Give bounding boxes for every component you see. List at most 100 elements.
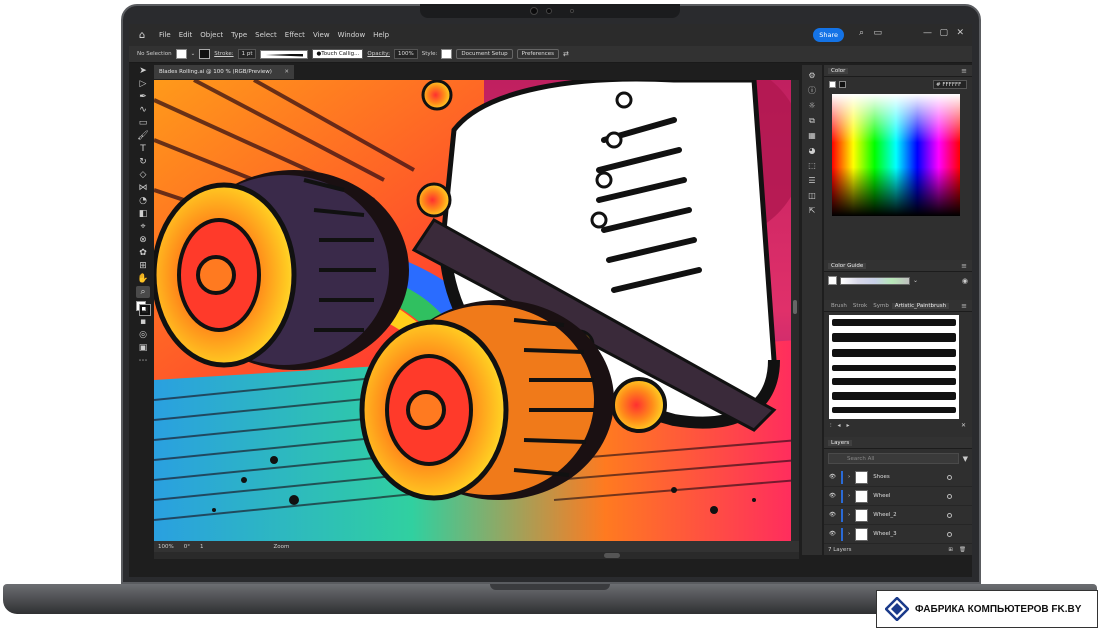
preferences-button[interactable]: Preferences [516, 49, 560, 59]
brush-stroke-item[interactable] [832, 365, 956, 371]
gradient-tool-icon[interactable]: ◧ [136, 208, 150, 220]
base-color-swatch[interactable] [828, 276, 837, 285]
align-icon[interactable]: ☰ [808, 174, 815, 187]
draw-mode-icon[interactable]: ◎ [136, 329, 150, 341]
layer-row[interactable]: 👁 › Wheel [824, 487, 972, 506]
maximize-icon[interactable]: ▢ [939, 28, 948, 38]
swatches-icon[interactable]: ▦ [808, 129, 816, 142]
brush-stroke-item[interactable] [832, 392, 956, 400]
canvas[interactable] [154, 80, 799, 541]
menu-edit[interactable]: Edit [175, 31, 197, 39]
eye-icon[interactable]: 👁 [829, 474, 836, 480]
appearance-icon[interactable]: ☼ [808, 99, 815, 112]
type-tool-icon[interactable]: T [136, 143, 150, 155]
pathfinder-icon[interactable]: ◫ [808, 189, 816, 202]
layer-name[interactable]: Shoes [873, 474, 890, 480]
brush-list[interactable] [829, 315, 959, 419]
document-setup-button[interactable]: Document Setup [456, 49, 513, 59]
style-swatch[interactable] [441, 49, 453, 59]
menu-type[interactable]: Type [227, 31, 251, 39]
tab-brushes[interactable]: Brush [828, 303, 850, 309]
brush-stroke-item[interactable] [832, 378, 956, 385]
rotation-field[interactable]: 0° [184, 544, 190, 550]
shape-builder-icon[interactable]: ◔ [136, 195, 150, 207]
brush-stroke-item[interactable] [832, 407, 956, 413]
vertical-scroll-thumb[interactable] [793, 300, 797, 314]
eraser-tool-icon[interactable]: ◇ [136, 169, 150, 181]
color-guide-header[interactable]: Color Guide ≡ [824, 260, 972, 272]
brush-stroke-item[interactable] [832, 319, 956, 326]
expand-chevron-icon[interactable]: › [848, 474, 850, 480]
layer-row[interactable]: 👁 › Wheel_3 [824, 525, 972, 544]
fill-mini-swatch[interactable] [829, 81, 836, 88]
panel-menu-icon[interactable]: ≡ [961, 67, 967, 75]
eyedropper-tool-icon[interactable]: ⌖ [136, 221, 150, 233]
panel-menu-icon[interactable]: ≡ [961, 302, 967, 310]
close-icon[interactable]: ✕ [956, 28, 964, 38]
hex-field[interactable]: # FFFFFF [933, 80, 967, 89]
properties-icon[interactable]: ⚙ [808, 69, 815, 82]
minimize-icon[interactable]: — [923, 28, 932, 38]
brush-stroke-item[interactable] [832, 333, 956, 342]
pen-tool-icon[interactable]: ✒ [136, 91, 150, 103]
stroke-label[interactable]: Stroke: [214, 51, 233, 57]
layer-row[interactable]: 👁 › Shoes [824, 468, 972, 487]
layers-search-input[interactable]: Search All [828, 453, 959, 464]
layer-name[interactable]: Wheel [873, 493, 890, 499]
menu-select[interactable]: Select [251, 31, 281, 39]
color-panel-title[interactable]: Color [828, 67, 849, 74]
curvature-tool-icon[interactable]: ∿ [136, 104, 150, 116]
opacity-field[interactable]: 100% [393, 49, 418, 59]
close-tab-icon[interactable]: ✕ [284, 69, 289, 75]
new-layer-icon[interactable]: ⊞ [948, 547, 953, 553]
horizontal-scroll-thumb[interactable] [604, 553, 620, 558]
blend-tool-icon[interactable]: ⊗ [136, 234, 150, 246]
next-library-icon[interactable]: ▸ [847, 422, 850, 430]
chevron-down-icon[interactable]: ⌄ [913, 277, 918, 284]
expand-chevron-icon[interactable]: › [848, 512, 850, 518]
eye-icon[interactable]: 👁 [829, 512, 836, 518]
artboard-navigator[interactable]: 1 [200, 544, 204, 550]
tab-symbols[interactable]: Symb [870, 303, 892, 309]
paintbrush-tool-icon[interactable]: 🖌 [136, 130, 150, 142]
tab-artistic-paintbrush[interactable]: Artistic_Paintbrush [891, 302, 950, 309]
horizontal-scrollbar[interactable] [154, 552, 799, 559]
brush-definition[interactable]: ● Touch Callig... [312, 49, 364, 59]
status-mode[interactable]: Zoom [273, 544, 289, 550]
color-wheel-icon[interactable]: ◉ [962, 277, 968, 285]
arrange-icon[interactable]: ⇄ [563, 50, 569, 58]
delete-layer-icon[interactable]: 🗑 [959, 547, 966, 553]
harmony-strip[interactable] [840, 276, 910, 285]
color-spectrum[interactable] [832, 94, 960, 216]
menu-help[interactable]: Help [369, 31, 393, 39]
layer-name[interactable]: Wheel_3 [873, 531, 896, 537]
rectangle-tool-icon[interactable]: ▭ [136, 117, 150, 129]
info-icon[interactable]: ⓘ [808, 84, 816, 97]
stroke-weight-field[interactable]: 1 pt [237, 49, 257, 59]
hand-tool-icon[interactable]: ✋ [136, 273, 150, 285]
layer-row[interactable]: 👁 › Wheel_2 [824, 506, 972, 525]
expand-chevron-icon[interactable]: › [848, 493, 850, 499]
filter-icon[interactable]: ▼ [963, 455, 968, 463]
home-icon[interactable]: ⌂ [129, 24, 155, 46]
library-menu-icon[interactable]: ⫶ [830, 422, 832, 430]
expand-chevron-icon[interactable]: › [848, 531, 850, 537]
selection-tool-icon[interactable]: ➤ [136, 65, 150, 77]
opacity-label[interactable]: Opacity: [367, 51, 390, 57]
symbol-sprayer-icon[interactable]: ✿ [136, 247, 150, 259]
screen-mode-icon[interactable]: ▣ [136, 342, 150, 354]
width-tool-icon[interactable]: ⋈ [136, 182, 150, 194]
layers-panel-header[interactable]: Layers [824, 437, 972, 449]
libraries-icon[interactable]: ⧉ [809, 114, 815, 127]
color-guide-title[interactable]: Color Guide [828, 262, 867, 269]
menu-view[interactable]: View [309, 31, 334, 39]
direct-selection-tool-icon[interactable]: ▷ [136, 78, 150, 90]
menu-window[interactable]: Window [334, 31, 370, 39]
menu-object[interactable]: Object [196, 31, 227, 39]
artboard-tool-icon[interactable]: ⊞ [136, 260, 150, 272]
document-tab[interactable]: Blades Rolling.ai @ 100 % (RGB/Preview) … [154, 65, 294, 79]
fill-swatch[interactable] [175, 49, 187, 59]
layer-target-icon[interactable] [947, 531, 952, 537]
vertical-scrollbar[interactable] [791, 80, 799, 541]
chevron-down-icon[interactable]: ⌄ [191, 51, 196, 57]
